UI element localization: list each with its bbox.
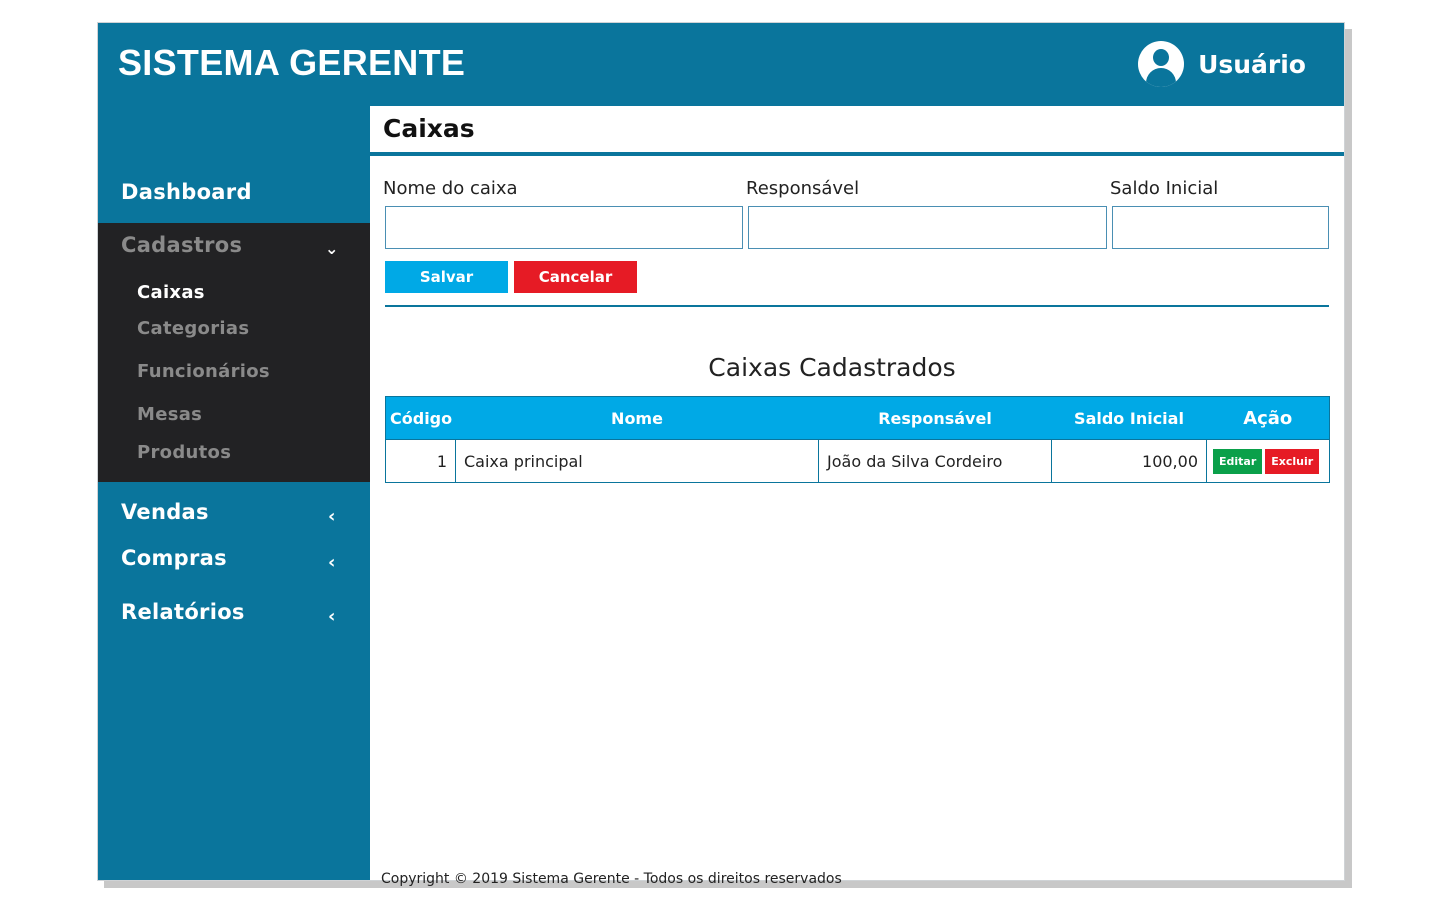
saldo-inicial-input[interactable]	[1112, 206, 1329, 249]
sidebar-item-dashboard[interactable]: Dashboard	[121, 180, 252, 204]
footer-copyright: Copyright © 2019 Sistema Gerente - Todos…	[381, 871, 842, 887]
nome-caixa-label: Nome do caixa	[383, 178, 518, 199]
sidebar-subitem-produtos[interactable]: Produtos	[137, 442, 231, 463]
cell-nome: Caixa principal	[455, 439, 819, 483]
column-header-saldo[interactable]: Saldo Inicial	[1051, 396, 1207, 440]
sidebar-group-cadastros: Cadastros ⌄ Caixas Categorias Funcionári…	[98, 223, 370, 482]
column-header-nome[interactable]: Nome	[455, 396, 819, 440]
table-title: Caixas Cadastrados	[708, 353, 956, 382]
user-name[interactable]: Usuário	[1198, 50, 1306, 79]
sidebar-subitem-funcionarios[interactable]: Funcionários	[137, 361, 270, 382]
saldo-inicial-label: Saldo Inicial	[1110, 178, 1219, 199]
app-window: SISTEMA GERENTE Usuário Dashboard Cadast…	[97, 22, 1345, 887]
sidebar: Dashboard Cadastros ⌄ Caixas Categorias …	[98, 106, 370, 880]
sidebar-subitem-mesas[interactable]: Mesas	[137, 404, 202, 425]
page-title: Caixas	[383, 114, 475, 143]
sidebar-subitem-categorias[interactable]: Categorias	[137, 318, 249, 339]
cancel-button[interactable]: Cancelar	[514, 261, 637, 293]
column-header-codigo[interactable]: Código	[385, 396, 456, 440]
table-header-row: Código Nome Responsável Saldo Inicial Aç…	[385, 396, 1330, 440]
responsavel-input[interactable]	[748, 206, 1107, 249]
sidebar-subitem-caixas[interactable]: Caixas	[137, 282, 205, 303]
main-content: Caixas Nome do caixa Responsável Saldo I…	[370, 106, 1344, 887]
responsavel-label: Responsável	[746, 178, 860, 199]
cell-saldo: 100,00	[1051, 439, 1207, 483]
delete-button[interactable]: Excluir	[1265, 448, 1320, 474]
caixas-table: Código Nome Responsável Saldo Inicial Aç…	[385, 396, 1330, 483]
table-row: 1 Caixa principal João da Silva Cordeiro…	[385, 439, 1330, 483]
page-title-bar: Caixas	[370, 106, 1344, 156]
divider	[385, 305, 1329, 307]
app-header: SISTEMA GERENTE Usuário	[98, 23, 1344, 106]
cell-codigo: 1	[385, 439, 456, 483]
column-header-responsavel[interactable]: Responsável	[818, 396, 1052, 440]
user-menu[interactable]: Usuário	[1138, 41, 1306, 87]
sidebar-item-relatorios[interactable]: Relatórios	[121, 600, 245, 624]
sidebar-item-compras[interactable]: Compras	[121, 546, 227, 570]
chevron-down-icon[interactable]: ⌄	[325, 239, 338, 258]
app-title: SISTEMA GERENTE	[118, 42, 466, 83]
sidebar-item-vendas[interactable]: Vendas	[121, 500, 209, 524]
sidebar-item-cadastros[interactable]: Cadastros	[121, 233, 242, 257]
chevron-left-icon[interactable]: ‹	[328, 506, 335, 527]
cell-responsavel: João da Silva Cordeiro	[818, 439, 1052, 483]
column-header-acao: Ação	[1206, 396, 1330, 440]
save-button[interactable]: Salvar	[385, 261, 508, 293]
cell-acao: Editar Excluir	[1206, 439, 1330, 483]
chevron-left-icon[interactable]: ‹	[328, 606, 335, 627]
edit-button[interactable]: Editar	[1213, 448, 1263, 474]
chevron-left-icon[interactable]: ‹	[328, 552, 335, 573]
user-avatar-icon[interactable]	[1138, 41, 1185, 87]
nome-caixa-input[interactable]	[385, 206, 743, 249]
